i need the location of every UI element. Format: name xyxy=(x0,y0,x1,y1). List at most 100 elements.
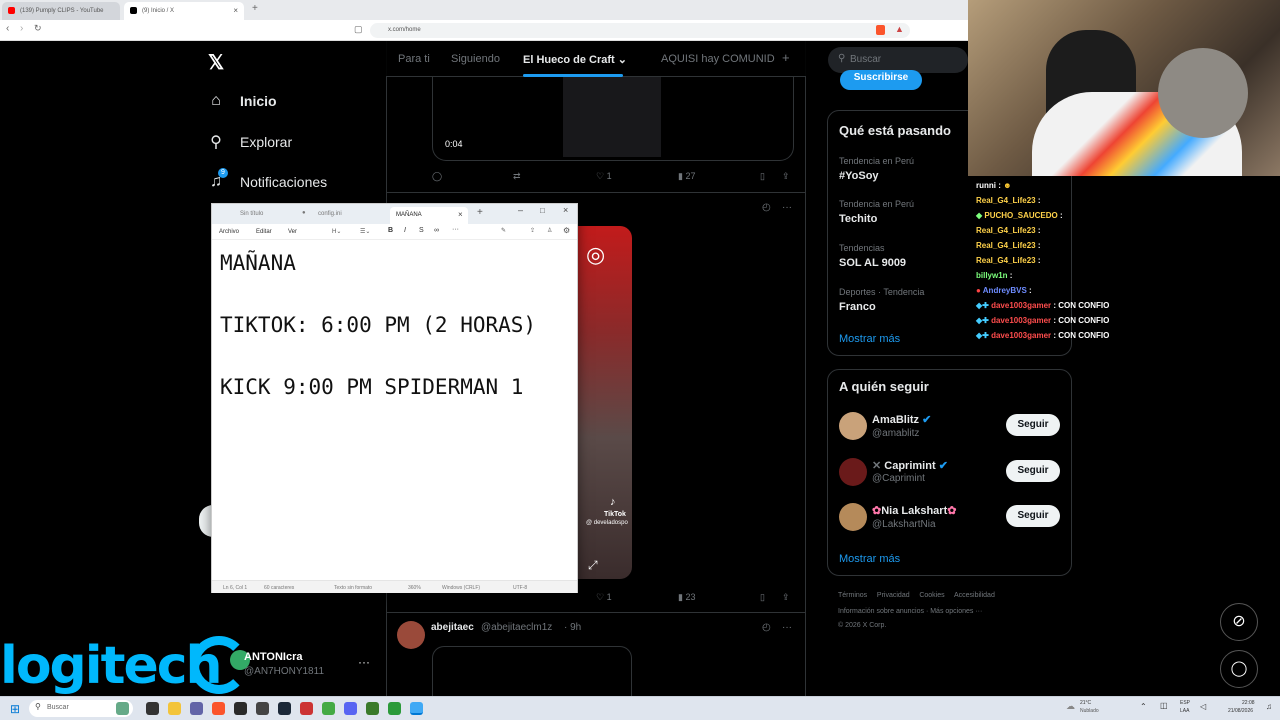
bookmark-icon[interactable]: ▯ xyxy=(760,171,765,182)
notepad-tab[interactable]: Sin título xyxy=(240,211,263,217)
follow-name[interactable]: ✿Nia Lakshart✿ xyxy=(872,504,956,517)
share-icon[interactable]: ⇪ xyxy=(530,227,535,234)
tab-community[interactable]: El Hueco de Craft ⌄ xyxy=(523,53,627,66)
close-tab-icon[interactable]: × xyxy=(233,6,238,15)
status-encoding[interactable]: UTF-8 xyxy=(513,585,527,591)
tiktok-video[interactable]: ◎ ♪ TikTok @ develadospo ⤢ xyxy=(576,226,632,579)
status-zoom[interactable]: 360% xyxy=(408,585,421,591)
app-icon[interactable] xyxy=(234,702,247,715)
avatar[interactable] xyxy=(397,621,425,649)
url-field[interactable]: x.com/home xyxy=(370,23,910,38)
app-icon[interactable] xyxy=(190,702,203,715)
widget-icon[interactable] xyxy=(116,702,129,715)
avatar[interactable] xyxy=(839,412,867,440)
menu-edit[interactable]: Editar xyxy=(256,229,272,235)
more-icon[interactable]: ··· xyxy=(782,622,792,633)
tab-community-2[interactable]: AQUISI hay COMUNID xyxy=(661,53,775,65)
follow-name[interactable]: AmaBlitz ✔ xyxy=(872,413,931,426)
share-icon[interactable]: ⇪ xyxy=(782,592,790,603)
maximize-icon[interactable]: □ xyxy=(540,206,545,215)
add-tab-icon[interactable]: + xyxy=(782,50,790,65)
avatar[interactable] xyxy=(839,503,867,531)
tweet-media[interactable] xyxy=(432,646,632,696)
browser-tab-x[interactable]: (9) Inicio / X × xyxy=(124,2,244,20)
grok-icon[interactable]: ◴ xyxy=(762,202,771,213)
bookmark-icon[interactable]: ▢ xyxy=(354,24,363,35)
minecraft-icon[interactable] xyxy=(366,702,379,715)
follow-name[interactable]: ✕ Caprimint ✔ xyxy=(872,459,948,472)
follow-button[interactable]: Seguir xyxy=(1006,460,1060,482)
notification-bell-icon[interactable]: ♫ xyxy=(1266,702,1272,711)
notepad-taskbar-icon[interactable] xyxy=(410,702,423,715)
show-more-link[interactable]: Mostrar más xyxy=(839,333,900,345)
bookmark-icon[interactable]: ▯ xyxy=(760,592,765,603)
close-icon[interactable]: × xyxy=(563,205,568,215)
strikethrough-icon[interactable]: S xyxy=(419,227,424,234)
footer-link[interactable]: Términos xyxy=(838,592,867,599)
weather-desc[interactable]: Nublado xyxy=(1080,708,1099,714)
nav-item-home[interactable]: ⌂ Inicio xyxy=(206,87,276,115)
follow-button[interactable]: Seguir xyxy=(1006,505,1060,527)
warning-icon[interactable]: ▲ xyxy=(895,24,904,34)
obs-icon[interactable] xyxy=(256,702,269,715)
messages-button[interactable]: ◯ xyxy=(1220,650,1258,688)
bold-icon[interactable]: B xyxy=(388,227,393,234)
list-icon[interactable]: ☰⌄ xyxy=(360,228,370,235)
fullscreen-icon[interactable]: ⤢ xyxy=(588,558,598,573)
new-tab-button[interactable]: + xyxy=(252,3,258,14)
nav-item-notifications[interactable]: ♫ 9 Notificaciones xyxy=(206,168,327,196)
footer-link[interactable]: Privacidad xyxy=(877,592,910,599)
language-indicator[interactable]: ESP xyxy=(1180,700,1190,706)
forward-icon[interactable]: › xyxy=(20,23,23,34)
tweet-video[interactable]: 0:04 xyxy=(432,77,794,161)
discord-icon[interactable] xyxy=(344,702,357,715)
trend-item[interactable]: Deportes · Tendencia Franco xyxy=(839,287,924,313)
gear-icon[interactable]: ⚙ xyxy=(563,226,570,235)
clock-date[interactable]: 21/08/2026 xyxy=(1228,708,1253,714)
back-icon[interactable]: ‹ xyxy=(6,23,9,34)
file-explorer-icon[interactable] xyxy=(168,702,181,715)
follow-button[interactable]: Seguir xyxy=(1006,414,1060,436)
language-indicator-sub[interactable]: LAA xyxy=(1180,708,1189,714)
clock-time[interactable]: 22:08 xyxy=(1242,700,1255,706)
link-icon[interactable]: ∞ xyxy=(434,227,439,234)
reply-icon[interactable]: ◯ xyxy=(432,171,442,182)
subscribe-button[interactable]: Suscribirse xyxy=(840,70,922,90)
more-icon[interactable]: ··· xyxy=(452,226,459,233)
tab-following[interactable]: Siguiendo xyxy=(451,53,500,65)
browser-tab-youtube[interactable]: (139) Pumply CLIPS - YouTube xyxy=(2,2,120,20)
trend-item[interactable]: Tendencia en Perú #YoSoy xyxy=(839,156,914,182)
tweet-handle[interactable]: @abejitaeclm1z xyxy=(481,622,552,633)
windows-start-icon[interactable]: ⊞ xyxy=(10,702,20,716)
notepad-tab-active[interactable]: MAÑANA × xyxy=(390,207,468,224)
menu-view[interactable]: Ver xyxy=(288,229,297,235)
trend-item[interactable]: Tendencias SOL AL 9009 xyxy=(839,243,906,269)
show-more-link[interactable]: Mostrar más xyxy=(839,553,900,565)
account-icon[interactable]: ♙ xyxy=(547,227,552,234)
trend-item[interactable]: Tendencia en Perú Techito xyxy=(839,199,914,225)
steam-icon[interactable] xyxy=(278,702,291,715)
reload-icon[interactable]: ↻ xyxy=(34,23,42,34)
footer-link[interactable]: Accesibilidad xyxy=(954,592,995,599)
notepad-tab[interactable]: config.ini xyxy=(318,211,342,217)
new-tab-button[interactable]: + xyxy=(477,207,483,218)
like-button[interactable]: ♡ 1 xyxy=(596,592,612,603)
nav-item-explore[interactable]: ⚲ Explorar xyxy=(206,128,292,156)
close-tab-icon[interactable]: × xyxy=(458,210,463,219)
heading-icon[interactable]: H⌄ xyxy=(332,228,341,235)
views-button[interactable]: ▮ 27 xyxy=(678,171,695,182)
tweet-author[interactable]: abejitaec xyxy=(431,622,474,633)
grok-icon[interactable]: ◴ xyxy=(762,622,771,633)
brave-shield-icon[interactable] xyxy=(876,25,885,35)
minimize-icon[interactable]: – xyxy=(518,205,523,215)
footer-link[interactable]: Cookies xyxy=(919,592,944,599)
x-logo-icon[interactable]: 𝕏 xyxy=(208,50,224,75)
network-icon[interactable]: ◫ xyxy=(1160,701,1168,710)
italic-icon[interactable]: I xyxy=(404,227,406,234)
brave-icon[interactable] xyxy=(212,702,225,715)
volume-icon[interactable]: ◁ xyxy=(1200,702,1206,711)
share-icon[interactable]: ⇪ xyxy=(782,171,790,182)
app-icon[interactable] xyxy=(300,702,313,715)
menu-file[interactable]: Archivo xyxy=(219,229,239,235)
status-line-endings[interactable]: Windows (CRLF) xyxy=(442,585,480,591)
